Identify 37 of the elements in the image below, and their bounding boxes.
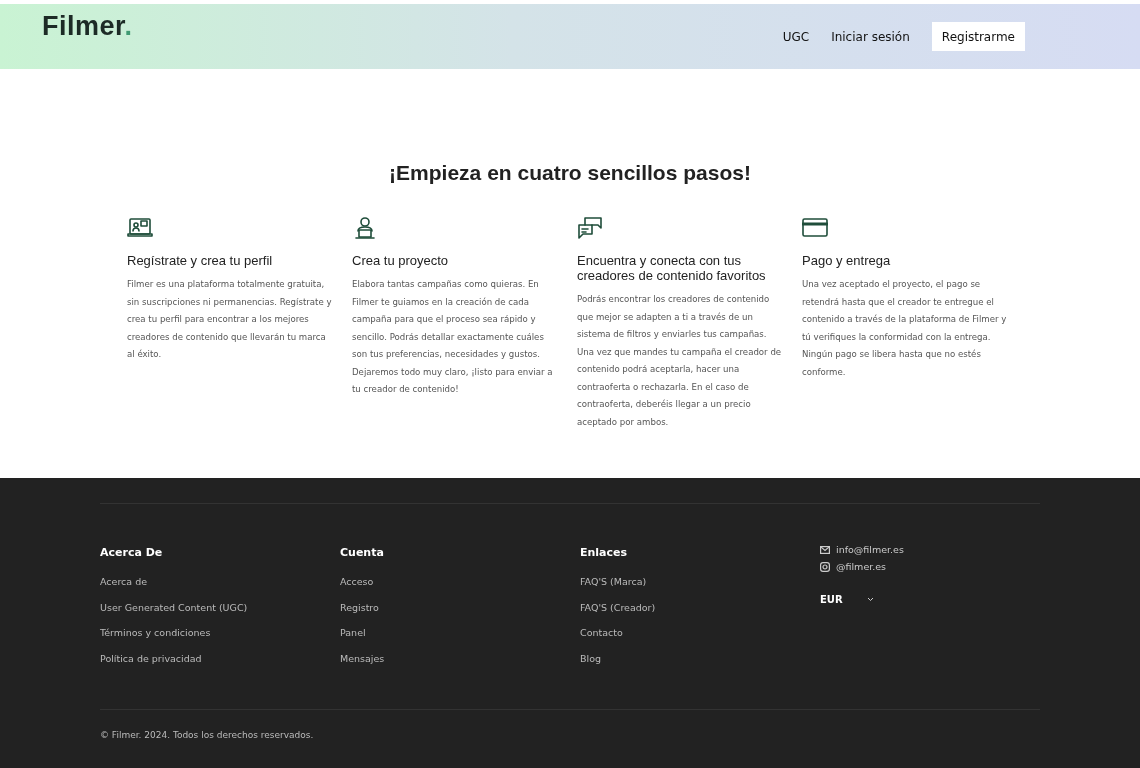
currency-dropdown[interactable]: EUR: [820, 594, 874, 605]
footer-link[interactable]: FAQ'S (Creador): [580, 600, 820, 614]
step-description: Podrás encontrar los creadores de contenido que mejor se adapten a ti a través de un sistema de filtros y enviarles tus campañas. Una vez que mandes tu campaña el creador de contenido podrá aceptarla, hacer una contraoferta o rechazarla. En el caso de contraoferta, deberéis llegar a un precio aceptado por ambos.: [577, 293, 782, 429]
nav-link[interactable]: Iniciar sesión: [831, 29, 910, 44]
step-description: Una vez aceptado el proyecto, el pago se retendrá hasta que el creador te entregue el contenido a través de la plataforma de Filmer y tú verifiques la conformidad con la entrega. Ningún pago se libera hasta que no estés conforme.: [802, 278, 1007, 379]
mail-icon: [820, 544, 830, 555]
footer-link[interactable]: User Generated Content (UGC): [100, 600, 340, 614]
chat-bubbles-icon: [577, 215, 603, 241]
footer-heading: Acerca De: [100, 546, 164, 559]
footer-link[interactable]: Registro: [340, 600, 580, 614]
instagram-icon: [820, 561, 830, 572]
section-title: ¡Empieza en cuatro sencillos pasos!: [389, 161, 751, 185]
logo[interactable]: Filmer.: [42, 11, 133, 42]
footer-heading: Enlaces: [580, 546, 629, 559]
footer-link[interactable]: Términos y condiciones: [100, 626, 340, 640]
step-title: Regístrate y crea tu perfil: [127, 253, 274, 268]
footer-link[interactable]: Acceso: [340, 575, 580, 589]
footer-link[interactable]: Política de privacidad: [100, 651, 340, 665]
footer-link[interactable]: Acerca de: [100, 575, 340, 589]
nav-link[interactable]: UGC: [782, 29, 810, 44]
step-title: Crea tu proyecto: [352, 253, 450, 268]
step-title: Encuentra y conecta con tus creadores de contenido favoritos: [577, 253, 767, 283]
footer-link[interactable]: Mensajes: [340, 651, 580, 665]
contact-link[interactable]: info@filmer.es: [836, 544, 904, 555]
step-description: Elabora tantas campañas como quieras. En Filmer te guiamos en la creación de cada campaña para que el proceso sea rápido y sencillo. Podrás detallar exactamente cuáles son tus preferencias, necesidades y gustos. Dejaremos todo muy claro, ¡listo para enviar a tu creador de contenido!: [352, 278, 554, 396]
copyright-text: © Filmer. 2024. Todos los derechos reservados.: [100, 730, 315, 740]
register-button[interactable]: Registrarme: [931, 22, 1025, 51]
contact-link[interactable]: @filmer.es: [836, 561, 887, 572]
footer-link[interactable]: Contacto: [580, 626, 820, 640]
step-title: Pago y entrega: [802, 253, 892, 268]
footer-heading: Cuenta: [340, 546, 385, 559]
chevron-down-icon: [866, 597, 874, 602]
footer-link[interactable]: Panel: [340, 626, 580, 640]
footer-link[interactable]: FAQ'S (Marca): [580, 575, 820, 589]
person-laptop-icon: [352, 215, 378, 241]
step-description: Filmer es una plataforma totalmente gratuita, sin suscripciones ni permanencias. Regístrate y crea tu perfil para encontrar a los mejores creadores de contenido que llevarán tu marca al éxito.: [127, 278, 332, 361]
footer-link[interactable]: Blog: [580, 651, 820, 665]
